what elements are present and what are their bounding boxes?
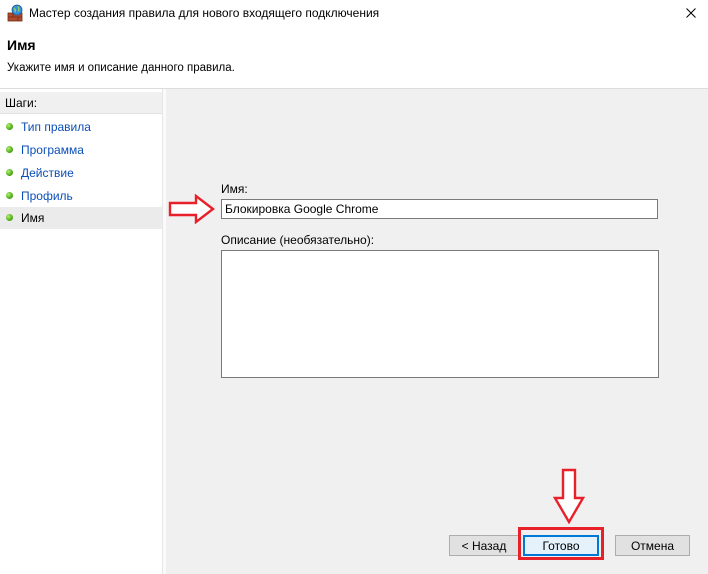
step-item-profile[interactable]: Профиль — [0, 185, 162, 207]
back-button[interactable]: < Назад — [449, 535, 519, 556]
step-complete-icon — [6, 146, 13, 153]
step-current-icon — [6, 214, 13, 221]
step-label: Имя — [21, 211, 45, 225]
step-complete-icon — [6, 169, 13, 176]
step-label: Тип правила — [21, 120, 91, 134]
steps-panel: Шаги: Тип правила Программа Действие Про… — [0, 89, 162, 574]
step-complete-icon — [6, 192, 13, 199]
steps-header-label: Шаги: — [5, 96, 38, 110]
title-bar: Мастер создания правила для нового входя… — [0, 0, 708, 26]
step-item-program[interactable]: Программа — [0, 139, 162, 161]
content-panel: Имя: Описание (необязательно): < Назад Г… — [166, 89, 708, 574]
close-button[interactable] — [674, 0, 708, 26]
name-label: Имя: — [221, 182, 248, 196]
arrow-right-icon — [168, 194, 215, 224]
description-label: Описание (необязательно): — [221, 233, 375, 247]
page-title: Имя — [7, 37, 36, 53]
firewall-icon — [7, 4, 23, 22]
step-item-name[interactable]: Имя — [0, 207, 162, 229]
steps-header: Шаги: — [0, 92, 162, 114]
step-label: Действие — [21, 166, 74, 180]
step-label: Профиль — [21, 189, 73, 203]
name-input[interactable] — [221, 199, 658, 219]
step-item-rule-type[interactable]: Тип правила — [0, 116, 162, 138]
window-title: Мастер создания правила для нового входя… — [29, 6, 380, 20]
step-complete-icon — [6, 123, 13, 130]
finish-button[interactable]: Готово — [523, 535, 599, 556]
wizard-header: Имя Укажите имя и описание данного прави… — [0, 26, 708, 88]
description-textarea[interactable] — [221, 250, 659, 378]
arrow-down-icon — [553, 468, 585, 524]
cancel-button[interactable]: Отмена — [615, 535, 690, 556]
page-subtitle: Укажите имя и описание данного правила. — [7, 62, 235, 74]
step-label: Программа — [21, 143, 84, 157]
close-icon — [686, 8, 696, 18]
step-item-action[interactable]: Действие — [0, 162, 162, 184]
